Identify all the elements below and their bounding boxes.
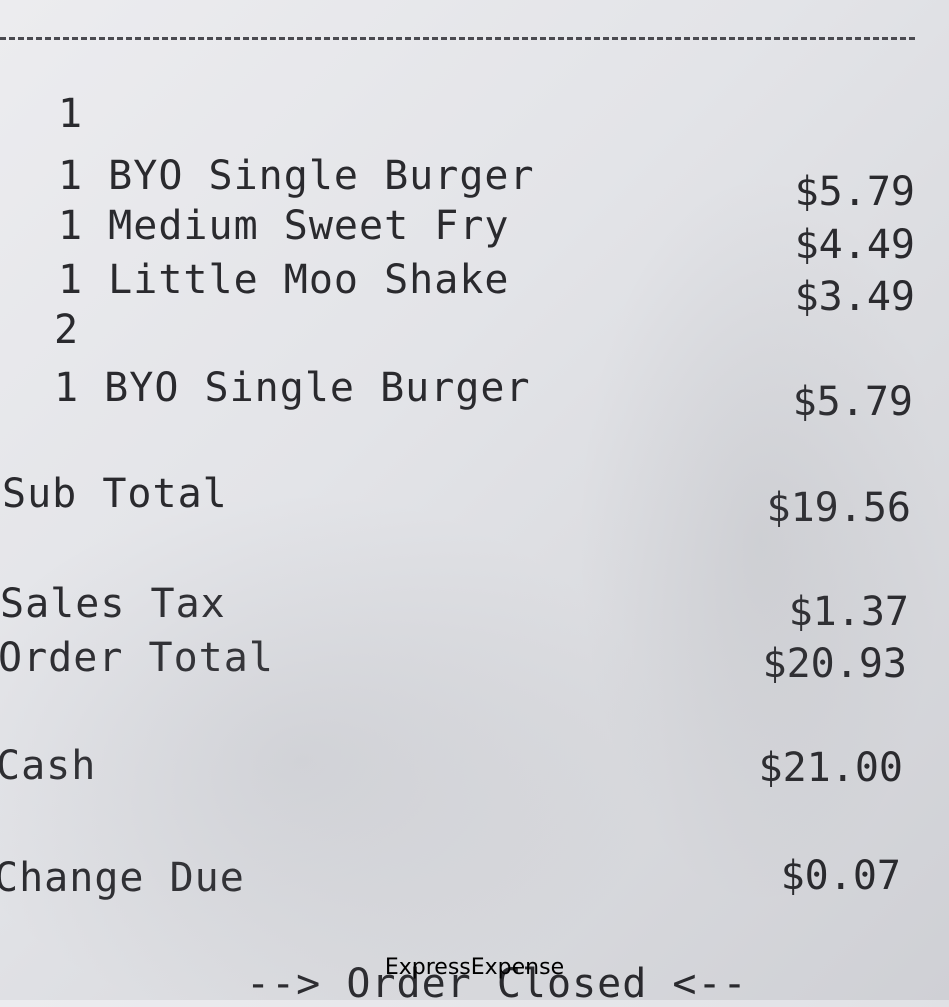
group-number-2: 2 bbox=[54, 307, 80, 353]
line-item-text: 1 BYO Single Burger bbox=[58, 153, 535, 199]
dashed-separator bbox=[0, 0, 915, 40]
sales-tax-value: $1.37 bbox=[788, 589, 909, 635]
change-due-value: $0.07 bbox=[780, 853, 901, 899]
line-item-text: 1 BYO Single Burger bbox=[54, 365, 531, 411]
sales-tax-label: Sales Tax bbox=[0, 581, 226, 627]
cash-label: Cash bbox=[0, 743, 97, 789]
line-item-text: 1 Little Moo Shake bbox=[58, 257, 510, 303]
group-number-1: 1 bbox=[58, 91, 84, 137]
change-due-label: Change Due bbox=[0, 855, 245, 901]
line-item-price: $4.49 bbox=[794, 222, 915, 268]
cash-value: $21.00 bbox=[758, 745, 904, 791]
order-total-label: Order Total bbox=[0, 635, 274, 681]
line-item-price: $5.79 bbox=[794, 169, 915, 215]
sub-total-label: Sub Total bbox=[2, 471, 228, 517]
line-item-text: 1 Medium Sweet Fry bbox=[58, 203, 510, 249]
watermark: ExpressExpense bbox=[384, 955, 565, 980]
order-total-value: $20.93 bbox=[762, 641, 908, 687]
line-item-price: $5.79 bbox=[792, 379, 913, 425]
line-item-price: $3.49 bbox=[794, 274, 915, 320]
receipt: 1 1 BYO Single Burger $5.79 1 Medium Swe… bbox=[0, 0, 949, 1004]
sub-total-value: $19.56 bbox=[766, 485, 912, 531]
